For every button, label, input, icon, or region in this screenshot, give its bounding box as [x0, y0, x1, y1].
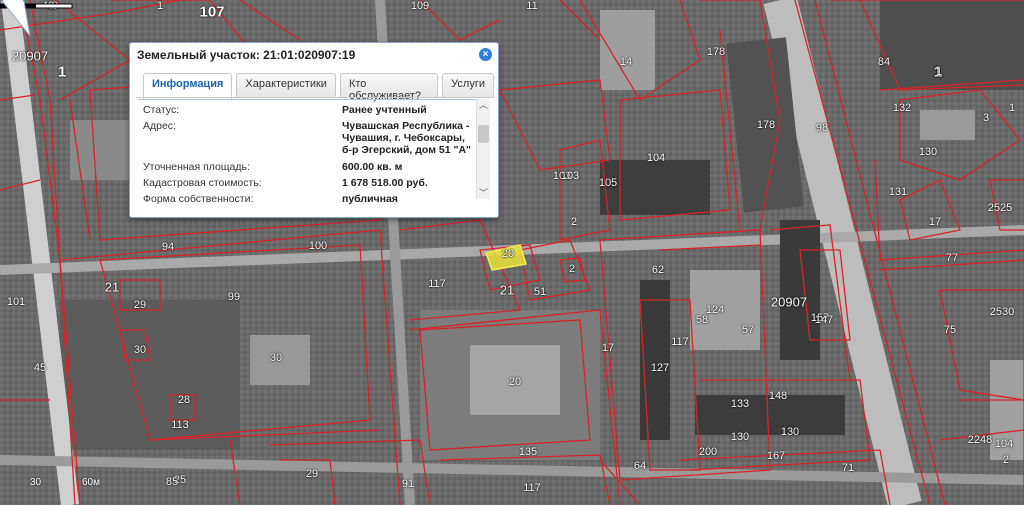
scale-label-60: 60м	[82, 477, 100, 488]
tab-who-serves[interactable]: Кто обслуживает?	[339, 73, 439, 102]
row-value: 600.00 кв. м	[342, 161, 403, 173]
tab-services[interactable]: Услуги	[442, 73, 494, 98]
info-panel: Статус: Ранее учтенный Адрес: Чувашская …	[138, 99, 482, 210]
scale-label-30: 30	[30, 477, 42, 488]
chevron-down-icon[interactable]: ﹀	[477, 187, 490, 199]
row-value: публичная	[342, 193, 398, 205]
popup-scrollbar[interactable]: ︿ ﹀	[476, 99, 490, 199]
close-icon[interactable]: ×	[479, 48, 492, 61]
parcel-info-popup: Земельный участок: 21:01:020907:19 × Инф…	[129, 42, 499, 218]
row-value: 1 678 518.00 руб.	[342, 177, 428, 189]
row-key: Форма собственности:	[143, 193, 254, 205]
popup-title: Земельный участок: 21:01:020907:19	[137, 48, 356, 62]
row-value: Ранее учтенный	[342, 104, 427, 116]
row-key: Статус:	[143, 104, 180, 116]
tab-info[interactable]: Информация	[143, 73, 233, 99]
row-value: Чувашская Республика - Чувашия, г. Чебок…	[342, 120, 472, 156]
popup-pointer	[0, 0, 31, 37]
row-key: Уточненная площадь:	[143, 161, 250, 173]
scroll-thumb[interactable]	[478, 125, 489, 143]
tab-characteristics[interactable]: Характеристики	[236, 73, 336, 98]
row-key: Кадастровая стоимость:	[143, 177, 262, 189]
popup-tabs: Информация Характеристики Кто обслуживае…	[143, 73, 498, 102]
map-view[interactable]: 4810720907114010911141789884113211303131…	[0, 0, 1024, 505]
row-key: Адрес:	[143, 120, 176, 132]
tab-divider	[136, 97, 492, 98]
chevron-up-icon[interactable]: ︿	[477, 99, 490, 111]
